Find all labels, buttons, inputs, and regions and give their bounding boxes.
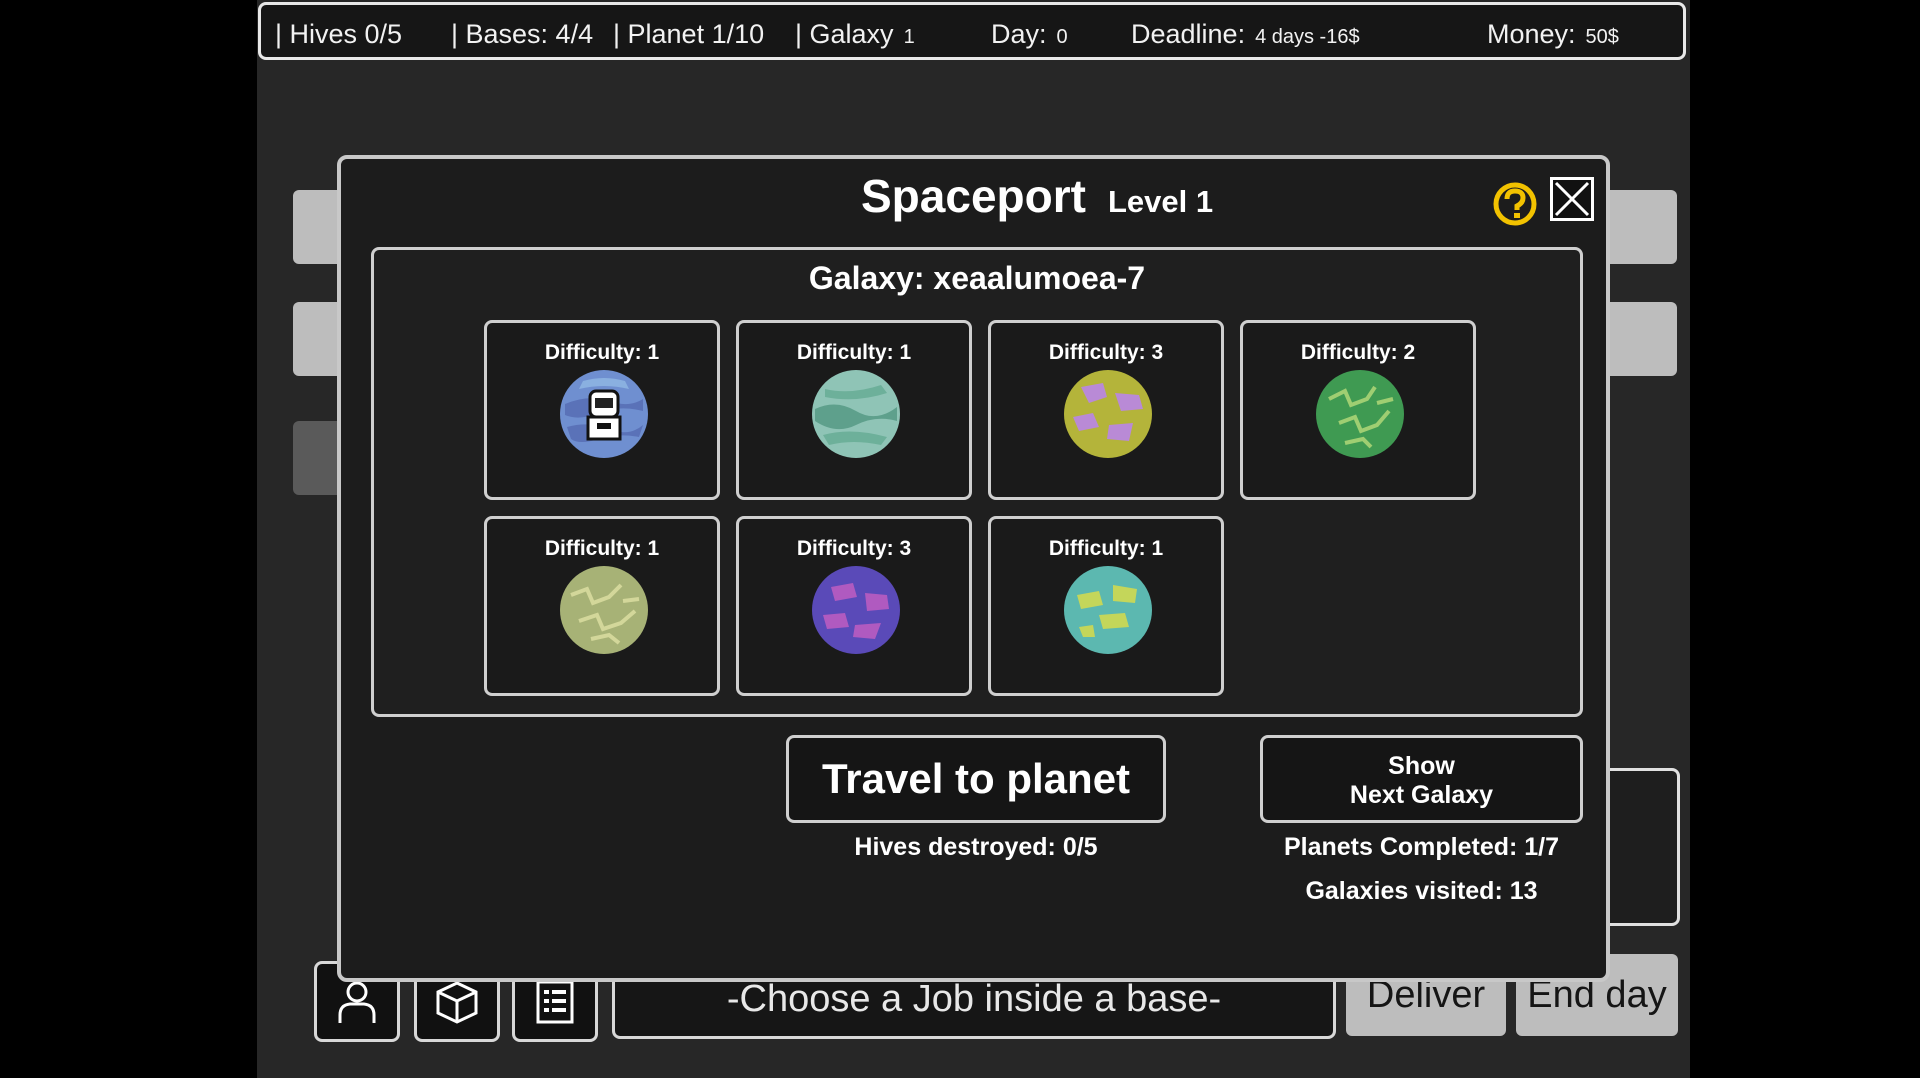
planet-icon — [812, 566, 900, 654]
show-next-galaxy-button[interactable]: Show Next Galaxy — [1260, 735, 1583, 823]
next-galaxy-line2: Next Galaxy — [1349, 781, 1494, 809]
status-bar: | Hives 0/5 | Bases: 4/4 | Planet 1/10 |… — [258, 2, 1686, 60]
galaxies-visited: Galaxies visited: 13 — [1305, 877, 1538, 905]
planet-difficulty: Difficulty: 3 — [1048, 341, 1164, 364]
list-icon — [536, 980, 574, 1023]
money: Money: 50$ — [1487, 5, 1619, 63]
day-label: Day: — [991, 19, 1047, 49]
next-galaxy-line1: Show — [1388, 752, 1455, 780]
modal-title: Spaceport Level 1 — [861, 169, 1213, 223]
spaceport-modal: Spaceport Level 1 Galaxy: xeaalumoea-7 Di… — [337, 155, 1610, 982]
bases-counter: | Bases: 4/4 — [451, 19, 594, 49]
planet-icon — [1316, 370, 1404, 458]
planet-icon — [560, 566, 648, 654]
planet-difficulty: Difficulty: 2 — [1300, 341, 1416, 364]
day-value: 0 — [1056, 26, 1068, 48]
planet-card-5[interactable]: Difficulty: 1 — [484, 516, 720, 696]
planet-card-3[interactable]: Difficulty: 3 — [988, 320, 1224, 500]
galaxy-name: Galaxy: xeaalumoea-7 — [808, 260, 1146, 296]
planet-card-7[interactable]: Difficulty: 1 — [988, 516, 1224, 696]
planet-icon — [1064, 566, 1152, 654]
planet-icon — [1064, 370, 1152, 458]
planet-icon — [560, 370, 648, 458]
planets-completed: Planets Completed: 1/7 — [1283, 833, 1560, 861]
planet-difficulty: Difficulty: 1 — [544, 537, 660, 560]
planet-icon — [812, 370, 900, 458]
money-label: Money: — [1487, 19, 1576, 49]
money-value: 50$ — [1585, 26, 1619, 48]
deadline: Deadline: 4 days -16$ — [1131, 5, 1360, 63]
cube-icon — [436, 980, 478, 1024]
planet-card-6[interactable]: Difficulty: 3 — [736, 516, 972, 696]
close-x-icon[interactable] — [1550, 177, 1594, 221]
spaceport-title: Spaceport — [861, 170, 1086, 222]
day-counter: Day: 0 — [991, 5, 1068, 63]
travel-to-planet-button[interactable]: Travel to planet — [786, 735, 1166, 823]
galaxy-value: 1 — [903, 26, 915, 48]
hives-counter: | Hives 0/5 — [275, 19, 403, 49]
hives-destroyed: Hives destroyed: 0/5 — [854, 833, 1098, 861]
planet-card-2[interactable]: Difficulty: 1 — [736, 320, 972, 500]
planet-difficulty: Difficulty: 1 — [544, 341, 660, 364]
galaxy-panel: Galaxy: xeaalumoea-7 Difficulty: 1 Diffi… — [371, 247, 1583, 717]
planet-counter: | Planet 1/10 — [613, 19, 765, 49]
question-circle-icon[interactable] — [1492, 181, 1538, 227]
galaxy-label: | Galaxy — [795, 19, 894, 49]
planet-card-1[interactable]: Difficulty: 1 — [484, 320, 720, 500]
character-icon — [338, 981, 376, 1023]
planet-difficulty: Difficulty: 1 — [1048, 537, 1164, 560]
deadline-value: 4 days -16$ — [1255, 26, 1360, 48]
close-x-glyph — [1554, 181, 1590, 217]
spaceport-level: Level 1 — [1107, 184, 1214, 219]
astronaut-icon — [586, 389, 622, 441]
galaxy-counter: | Galaxy 1 — [795, 5, 915, 63]
deadline-label: Deadline: — [1131, 19, 1246, 49]
planet-card-4[interactable]: Difficulty: 2 — [1240, 320, 1476, 500]
planet-difficulty: Difficulty: 3 — [796, 537, 912, 560]
planet-difficulty: Difficulty: 1 — [796, 341, 912, 364]
